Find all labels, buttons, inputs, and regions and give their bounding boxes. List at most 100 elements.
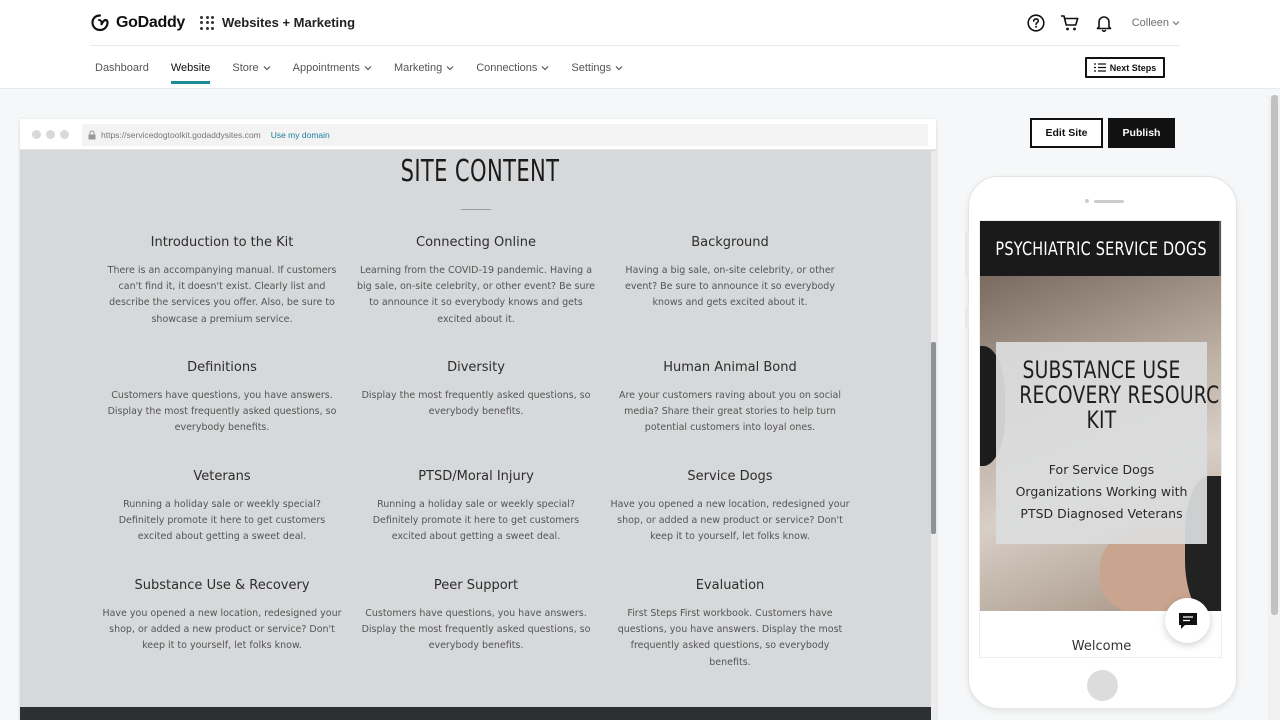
apps-grid-icon	[200, 15, 214, 30]
mobile-site-title: PSYCHIATRIC SERVICE DOGS	[995, 237, 1208, 260]
chat-button[interactable]	[1165, 598, 1210, 643]
brand-name: GoDaddy	[116, 14, 186, 31]
main-nav: Dashboard Website Store Appointments Mar…	[95, 62, 645, 84]
godaddy-logo[interactable]: GoDaddy	[90, 13, 185, 33]
lock-icon	[88, 130, 96, 140]
phone-home-button	[1087, 670, 1118, 701]
header-divider	[90, 45, 1180, 46]
use-my-domain-link[interactable]: Use my domain	[271, 130, 330, 140]
nav-label: Website	[170, 62, 211, 74]
mobile-scrollbar[interactable]	[1219, 221, 1221, 276]
content-section: PTSD/Moral Injury Running a holiday sale…	[356, 469, 596, 546]
section-body: Display the most frequently asked questi…	[361, 390, 591, 418]
nav-label: Settings	[571, 62, 612, 74]
chevron-down-icon	[364, 66, 372, 71]
chevron-down-icon	[615, 66, 623, 71]
content-section: Human Animal Bond Are your customers rav…	[610, 360, 850, 437]
cart-icon[interactable]	[1060, 13, 1080, 33]
content-section: Veterans Running a holiday sale or weekl…	[102, 469, 342, 546]
section-body: Customers have questions, you have answe…	[361, 608, 591, 652]
section-heading: Background	[691, 235, 769, 250]
nav-label: Dashboard	[95, 62, 149, 74]
phone-side-button	[965, 307, 969, 329]
nav-label: Store	[232, 62, 259, 74]
chevron-down-icon	[541, 66, 549, 71]
list-icon	[1093, 63, 1106, 72]
section-body: Customers have questions, you have answe…	[107, 390, 337, 434]
content-section: Service Dogs Have you opened a new locat…	[610, 469, 850, 546]
browser-bar: https://servicedogtoolkit.godaddysites.c…	[20, 119, 936, 150]
content-section: Definitions Customers have questions, yo…	[102, 360, 342, 437]
page-scrollbar-thumb[interactable]	[1271, 95, 1278, 615]
url-bar: https://servicedogtoolkit.godaddysites.c…	[82, 124, 928, 146]
section-body: Running a holiday sale or weekly special…	[118, 499, 326, 543]
hero-subtitle-line: Organizations Working with	[1015, 484, 1188, 499]
content-section: Substance Use & Recovery Have you opened…	[102, 578, 342, 655]
phone-side-button	[965, 232, 969, 277]
publish-button[interactable]: Publish	[1108, 118, 1175, 148]
help-icon[interactable]	[1026, 13, 1046, 33]
section-heading: Evaluation	[695, 578, 765, 593]
edit-site-button[interactable]: Edit Site	[1030, 118, 1103, 148]
chevron-down-icon	[1172, 21, 1180, 26]
section-body: First Steps First workbook. Customers ha…	[617, 608, 843, 668]
godaddy-logo-icon	[91, 14, 109, 32]
nav-website[interactable]: Website	[170, 62, 211, 84]
phone-screen[interactable]: PSYCHIATRIC SERVICE DOGS SUBSTANCE USE R…	[979, 220, 1222, 658]
nav-label: Marketing	[393, 62, 443, 74]
section-body: Are your customers raving about you on s…	[618, 390, 842, 434]
page-scrollbar[interactable]	[1268, 95, 1280, 720]
content-section: Background Having a big sale, on-site ce…	[610, 235, 850, 312]
nav-dashboard[interactable]: Dashboard	[95, 62, 149, 84]
hero-image: SUBSTANCE USE RECOVERY RESOURCE KIT For …	[980, 276, 1222, 611]
mobile-site-header: PSYCHIATRIC SERVICE DOGS	[980, 221, 1221, 276]
hero-subtitle-line: For Service Dogs	[1048, 462, 1155, 477]
bell-icon[interactable]	[1094, 13, 1114, 33]
section-heading: Definitions	[187, 360, 257, 375]
hero-title-line: RECOVERY RESOURCE	[1019, 381, 1222, 409]
next-steps-label: Next Steps	[1109, 62, 1157, 73]
section-body: Having a big sale, on-site celebrity, or…	[625, 265, 835, 309]
app-switcher[interactable]: Websites + Marketing	[200, 15, 355, 30]
nav-appointments[interactable]: Appointments	[293, 62, 372, 84]
section-heading: PTSD/Moral Injury	[418, 469, 534, 484]
chevron-down-icon	[446, 66, 454, 71]
app-name: Websites + Marketing	[222, 15, 356, 30]
section-heading: Peer Support	[433, 578, 519, 593]
content-section: Introduction to the Kit There is an acco…	[102, 235, 342, 328]
site-url: https://servicedogtoolkit.godaddysites.c…	[101, 130, 261, 140]
section-body: Have you opened a new location, redesign…	[102, 608, 342, 652]
nav-marketing[interactable]: Marketing	[394, 62, 454, 84]
section-heading: Human Animal Bond	[663, 360, 797, 375]
section-heading: Veterans	[193, 469, 251, 484]
section-heading: Substance Use & Recovery	[134, 578, 310, 593]
phone-speaker	[1094, 200, 1124, 203]
section-body: There is an accompanying manual. If cust…	[107, 265, 337, 325]
section-heading: Introduction to the Kit	[150, 235, 294, 250]
chevron-down-icon	[263, 66, 271, 71]
nav-store[interactable]: Store	[232, 62, 271, 84]
next-section-strip	[20, 707, 931, 720]
user-name: Colleen	[1131, 17, 1169, 29]
hero-subtitle-line: PTSD Diagnosed Veterans	[1020, 506, 1183, 521]
section-heading: Diversity	[447, 360, 505, 375]
hero-title-line: SUBSTANCE USE	[1022, 356, 1181, 384]
content-section: Connecting Online Learning from the COVI…	[356, 235, 596, 328]
top-header: GoDaddy Websites + Marketing Colleen Das…	[0, 0, 1280, 89]
user-menu[interactable]: Colleen	[1132, 17, 1180, 29]
next-steps-button[interactable]: Next Steps	[1085, 57, 1165, 78]
section-body: Learning from the COVID-19 pandemic. Hav…	[356, 265, 596, 325]
page-title: SITE CONTENT	[400, 154, 560, 189]
preview-scrollbar[interactable]	[931, 342, 936, 534]
section-heading: Service Dogs	[687, 469, 773, 484]
section-body: Running a holiday sale or weekly special…	[372, 499, 580, 543]
content-section: Diversity Display the most frequently as…	[356, 360, 596, 420]
hero-card: SUBSTANCE USE RECOVERY RESOURCE KIT For …	[996, 342, 1222, 544]
nav-settings[interactable]: Settings	[571, 62, 623, 84]
content-section: Evaluation First Steps First workbook. C…	[610, 578, 850, 671]
window-dots	[32, 130, 69, 139]
title-divider	[461, 209, 491, 210]
chat-icon	[1178, 612, 1197, 629]
nav-connections[interactable]: Connections	[476, 62, 549, 84]
nav-label: Appointments	[292, 62, 360, 74]
